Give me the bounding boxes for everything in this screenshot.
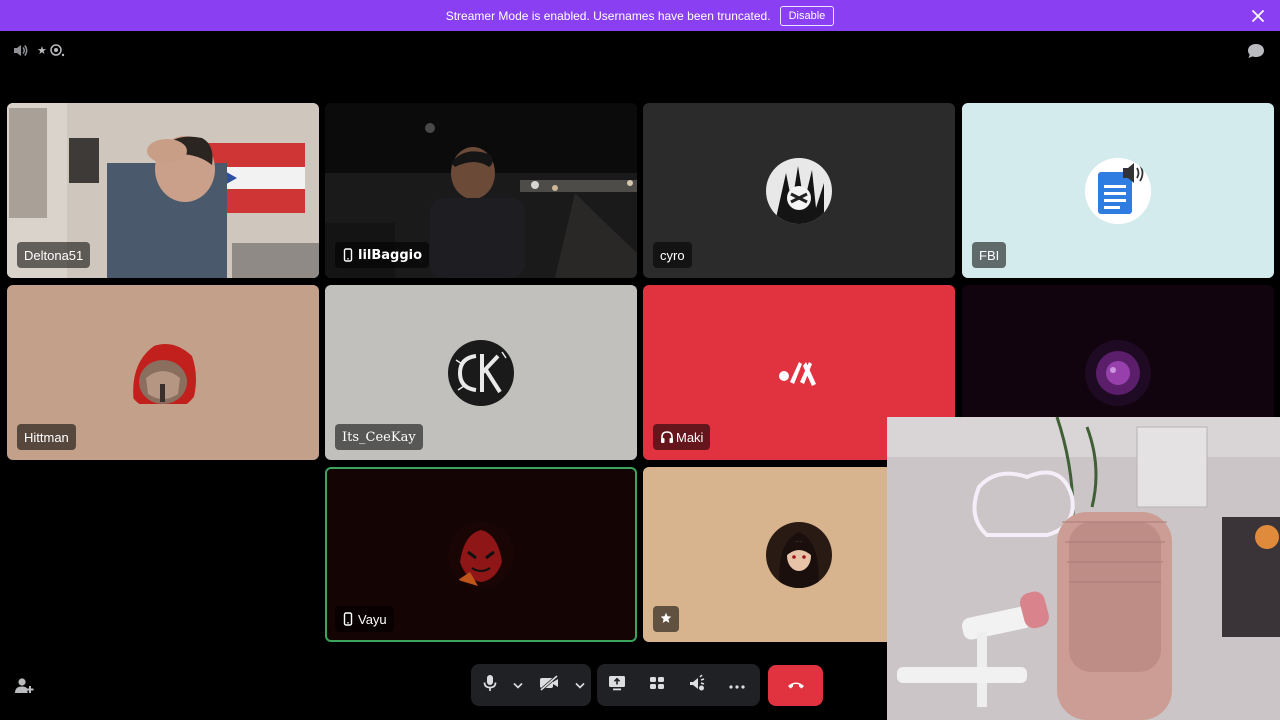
headset-icon <box>660 430 673 444</box>
avatar <box>448 339 514 406</box>
participant-tile[interactable]: Deltona51 <box>7 103 319 278</box>
participant-name: Vayu <box>358 611 387 627</box>
participant-tile[interactable]: Vayu <box>325 467 637 642</box>
chat-bubble-icon <box>1246 44 1266 64</box>
soundboard-button[interactable] <box>677 664 717 706</box>
participant-nameplate: Deltona51 <box>17 242 91 268</box>
avatar <box>448 521 514 588</box>
avatar <box>1085 339 1151 406</box>
camera-button[interactable] <box>527 664 571 706</box>
disable-streamer-mode-button[interactable]: Disable <box>779 5 835 26</box>
participant-nameplate: Hittman <box>17 424 76 450</box>
share-screen-button[interactable] <box>597 664 637 706</box>
mute-button[interactable] <box>471 664 509 706</box>
top-left-toolbar: ★ <box>12 42 65 64</box>
participant-tile[interactable]: FBI <box>962 103 1274 278</box>
banner-message: Streamer Mode is enabled. Usernames have… <box>445 8 771 23</box>
call-controls <box>0 664 1280 708</box>
activity-controls <box>597 664 760 706</box>
video-options-button[interactable] <box>571 664 589 706</box>
participant-nameplate: Vayu <box>335 606 394 632</box>
mobile-icon <box>342 612 354 626</box>
svg-text:★: ★ <box>37 44 47 57</box>
activities-icon <box>649 675 665 696</box>
participant-nameplate: cyro <box>653 242 692 268</box>
participant-name: cyro <box>660 247 685 263</box>
close-icon[interactable] <box>1250 8 1266 24</box>
media-controls <box>471 664 591 706</box>
screen-share-icon <box>608 675 626 696</box>
disconnect-button[interactable] <box>768 665 823 706</box>
activity-icon[interactable]: ★ <box>37 42 65 64</box>
star-icon <box>660 612 672 627</box>
streamer-mode-banner: Streamer Mode is enabled. Usernames have… <box>0 0 1280 31</box>
activities-button[interactable] <box>637 664 677 706</box>
participant-tile[interactable]: cyro <box>643 103 955 278</box>
more-icon <box>729 676 745 694</box>
avatar <box>766 521 832 588</box>
participant-nameplate <box>653 606 679 632</box>
participant-name: FBI <box>979 247 1000 263</box>
chevron-down-icon <box>513 676 523 694</box>
chat-button[interactable] <box>1246 42 1266 65</box>
avatar <box>124 333 202 412</box>
end-call-icon <box>787 677 805 695</box>
speaker-icon[interactable] <box>12 42 29 64</box>
avatar <box>1085 157 1151 224</box>
participant-nameplate: Its_CeeKay <box>335 424 423 450</box>
participant-tile[interactable]: Hittman <box>7 285 319 460</box>
avatar <box>766 340 832 406</box>
camera-off-icon <box>539 674 559 696</box>
participant-name: Deltona51 <box>24 247 84 263</box>
participant-tile[interactable]: lilBaggio <box>325 103 637 278</box>
chevron-down-icon <box>575 676 585 694</box>
participant-nameplate: FBI <box>972 242 1007 268</box>
participant-nameplate: Maki <box>653 424 711 450</box>
audio-options-button[interactable] <box>509 664 527 706</box>
more-options-button[interactable] <box>717 664 757 706</box>
participant-name: Hittman <box>24 429 69 445</box>
mobile-icon <box>342 248 354 262</box>
participant-name: Maki <box>676 429 704 445</box>
participant-tile[interactable]: Its_CeeKay <box>325 285 637 460</box>
microphone-icon <box>482 674 498 697</box>
participant-nameplate: lilBaggio <box>335 242 430 268</box>
participant-name: lilBaggio <box>358 247 423 263</box>
soundboard-icon <box>688 673 706 697</box>
avatar <box>766 157 832 224</box>
participant-name: Its_CeeKay <box>342 429 416 445</box>
